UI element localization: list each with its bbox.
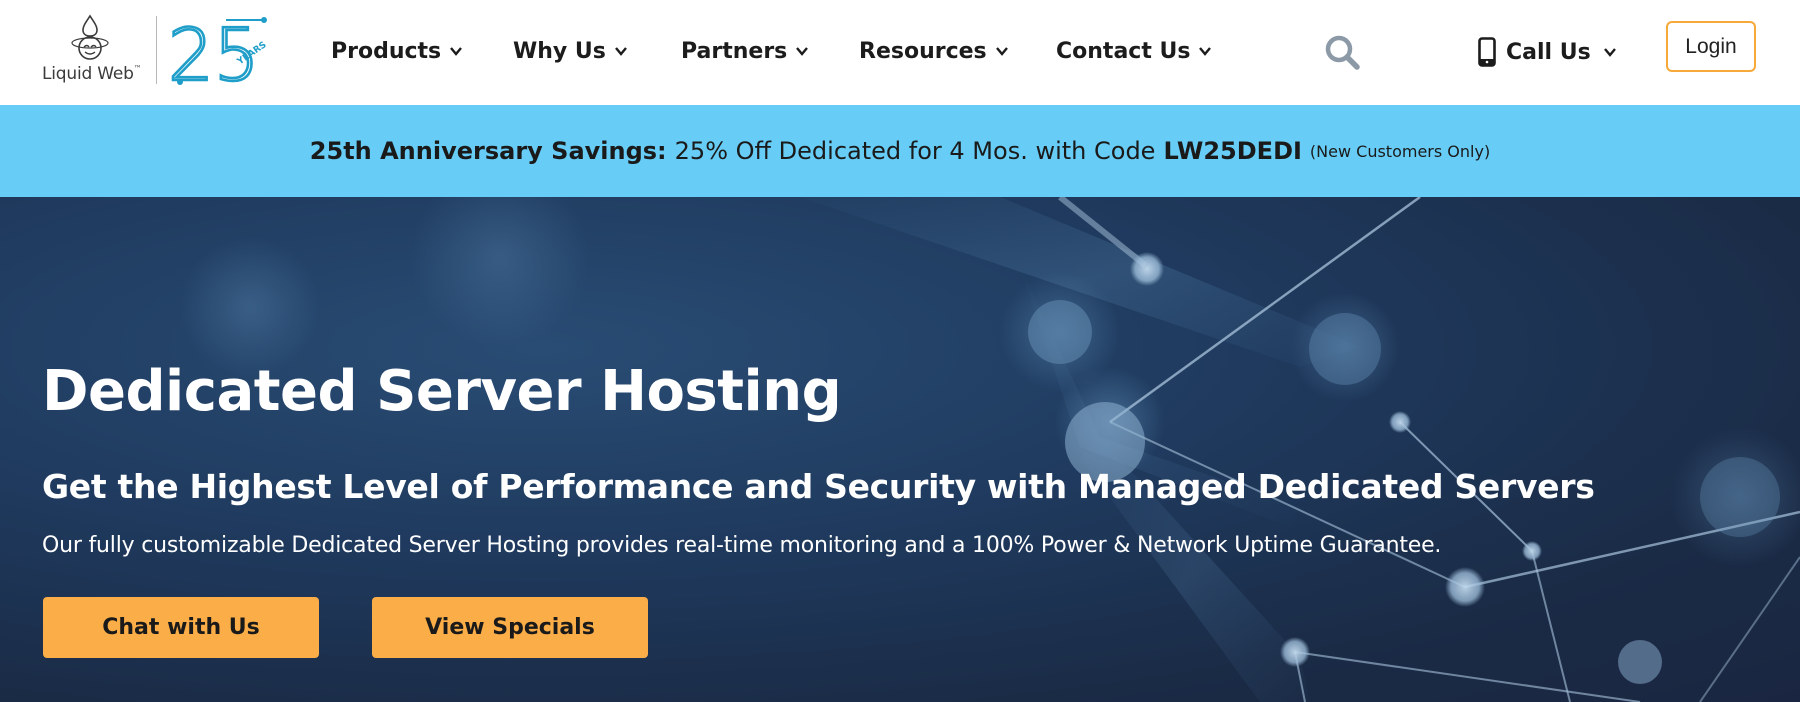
chevron-down-icon: [614, 47, 627, 56]
nav-why-us[interactable]: Why Us: [513, 36, 628, 66]
site-header: Liquid Web™ 25 YEARS Products Why Us Par…: [0, 0, 1800, 105]
anniversary-25-badge: 25 YEARS: [167, 12, 269, 88]
nav-why-us-label: Why Us: [513, 38, 606, 64]
logo-trademark: ™: [133, 64, 142, 73]
search-icon[interactable]: [1322, 32, 1362, 72]
view-specials-button[interactable]: View Specials: [372, 597, 648, 658]
chevron-down-icon: [450, 47, 463, 56]
chevron-down-icon: [1199, 47, 1212, 56]
call-us-label: Call Us: [1506, 39, 1591, 65]
chevron-down-icon: [1603, 48, 1616, 57]
nav-partners-label: Partners: [681, 38, 788, 64]
hero-subtitle: Get the Highest Level of Performance and…: [42, 467, 1595, 506]
logo-word-text: Liquid Web: [42, 64, 134, 84]
hero-title: Dedicated Server Hosting: [42, 359, 842, 424]
login-button[interactable]: Login: [1666, 21, 1756, 72]
nav-contact-us-label: Contact Us: [1056, 38, 1191, 64]
hero-section: Dedicated Server Hosting Get the Highest…: [0, 197, 1800, 702]
promo-disclaimer: (New Customers Only): [1309, 141, 1491, 161]
promo-text: 25% Off Dedicated for 4 Mos. with Code: [674, 137, 1156, 165]
promo-lead: 25th Anniversary Savings:: [309, 137, 667, 165]
chevron-down-icon: [796, 47, 809, 56]
liquid-web-mascot-icon: [71, 14, 109, 60]
nav-partners[interactable]: Partners: [681, 36, 809, 66]
nav-resources-label: Resources: [859, 38, 987, 64]
liquid-web-logo[interactable]: Liquid Web™ 25 YEARS: [38, 12, 278, 88]
call-us-dropdown[interactable]: Call Us: [1478, 36, 1617, 68]
logo-wordmark: Liquid Web™: [42, 64, 142, 84]
nav-contact-us[interactable]: Contact Us: [1056, 36, 1212, 66]
chevron-down-icon: [995, 47, 1008, 56]
chat-with-us-button[interactable]: Chat with Us: [43, 597, 319, 658]
logo-divider: [156, 16, 157, 84]
hero-description: Our fully customizable Dedicated Server …: [42, 533, 1442, 558]
nav-products[interactable]: Products: [331, 36, 463, 66]
promo-code: LW25DEDI: [1163, 137, 1302, 165]
phone-icon: [1478, 37, 1496, 67]
anniversary-number: 25: [168, 13, 260, 88]
nav-resources[interactable]: Resources: [859, 36, 1009, 66]
promo-banner: 25th Anniversary Savings: 25% Off Dedica…: [0, 105, 1800, 197]
nav-products-label: Products: [331, 38, 442, 64]
